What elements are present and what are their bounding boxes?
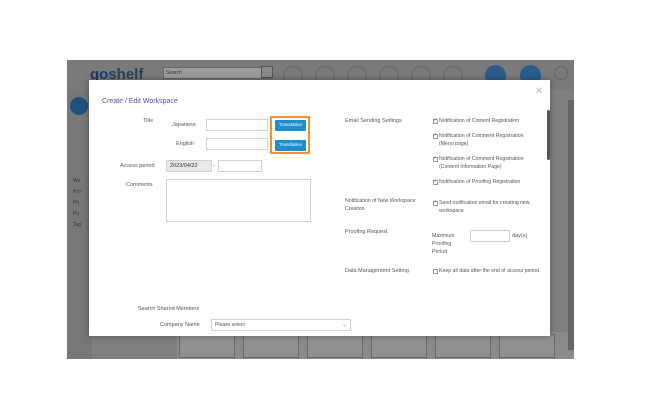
search-input[interactable]: Search <box>163 67 271 79</box>
highlight-box <box>270 116 310 154</box>
sidebar-item[interactable]: Pu <box>73 211 79 217</box>
sidebar-item[interactable]: Pro <box>73 189 81 195</box>
new-workspace-label: Notification of New Workspace Creation <box>345 198 416 212</box>
email-settings-label: Email Sending Settings <box>345 118 402 124</box>
search-members-label: Search Shared Members <box>138 306 200 312</box>
email-option-label: Notification of Proofing Registration <box>439 179 521 185</box>
email-option-checkbox[interactable] <box>433 132 438 139</box>
email-option-checkbox[interactable] <box>433 155 438 162</box>
content-card[interactable] <box>435 334 491 358</box>
content-card[interactable] <box>499 334 555 358</box>
access-start-input[interactable]: 2023/04/22 <box>166 160 212 172</box>
company-placeholder: Please select <box>215 322 245 328</box>
title-japanese-input[interactable] <box>206 119 268 131</box>
modal-title: Create / Edit Workspace <box>102 98 178 105</box>
content-card[interactable] <box>243 334 299 358</box>
page-scrollbar[interactable] <box>568 100 574 350</box>
access-end-input[interactable] <box>218 160 262 172</box>
access-period-label: Access period <box>120 163 155 169</box>
company-name-label: Company Name <box>160 322 200 328</box>
email-option-label: Notification of Comment Registration (Co… <box>439 156 524 170</box>
search-icon[interactable] <box>261 66 273 78</box>
title-english-input[interactable] <box>206 138 268 150</box>
max-period-label: Maximum Proofing Period <box>432 233 455 255</box>
content-card[interactable] <box>307 334 363 358</box>
email-option-checkbox[interactable] <box>433 117 438 124</box>
english-label: English <box>176 141 195 147</box>
new-workspace-option: Send notification email for creating new… <box>439 200 530 214</box>
days-unit: day(s) <box>512 233 528 239</box>
data-mgmt-option: Keep all data after the end of access pe… <box>439 268 541 274</box>
settings-icon[interactable] <box>554 66 568 80</box>
new-workspace-checkbox[interactable] <box>433 199 438 206</box>
close-icon[interactable]: ✕ <box>535 87 543 97</box>
max-period-input[interactable] <box>470 230 510 242</box>
email-option-label: Notification of Content Registration <box>439 118 520 124</box>
content-card[interactable] <box>371 334 427 358</box>
chevron-down-icon: ⌄ <box>341 322 347 328</box>
email-option-checkbox[interactable] <box>433 178 438 185</box>
sidebar-item[interactable]: Ph <box>73 200 79 206</box>
title-label: Title <box>143 118 154 124</box>
company-select[interactable]: Please select ⌄ <box>211 319 351 331</box>
email-option-label: Notification of Comment Registration (Me… <box>439 133 524 147</box>
japanese-label: Japanese <box>172 122 196 128</box>
data-mgmt-label: Data Management Setting <box>345 268 409 274</box>
sidebar-item[interactable]: Wo <box>73 178 80 184</box>
proofing-label: Proofing Request <box>345 229 388 235</box>
sidebar-item[interactable]: Tag <box>73 222 81 228</box>
comments-label: Comments <box>126 182 153 188</box>
sidebar-toggle-icon[interactable] <box>70 97 88 115</box>
access-separator: - <box>213 163 215 169</box>
data-mgmt-checkbox[interactable] <box>433 269 438 274</box>
content-card[interactable] <box>179 334 235 358</box>
modal-scrollbar[interactable] <box>547 110 550 160</box>
comments-textarea[interactable] <box>166 179 311 222</box>
